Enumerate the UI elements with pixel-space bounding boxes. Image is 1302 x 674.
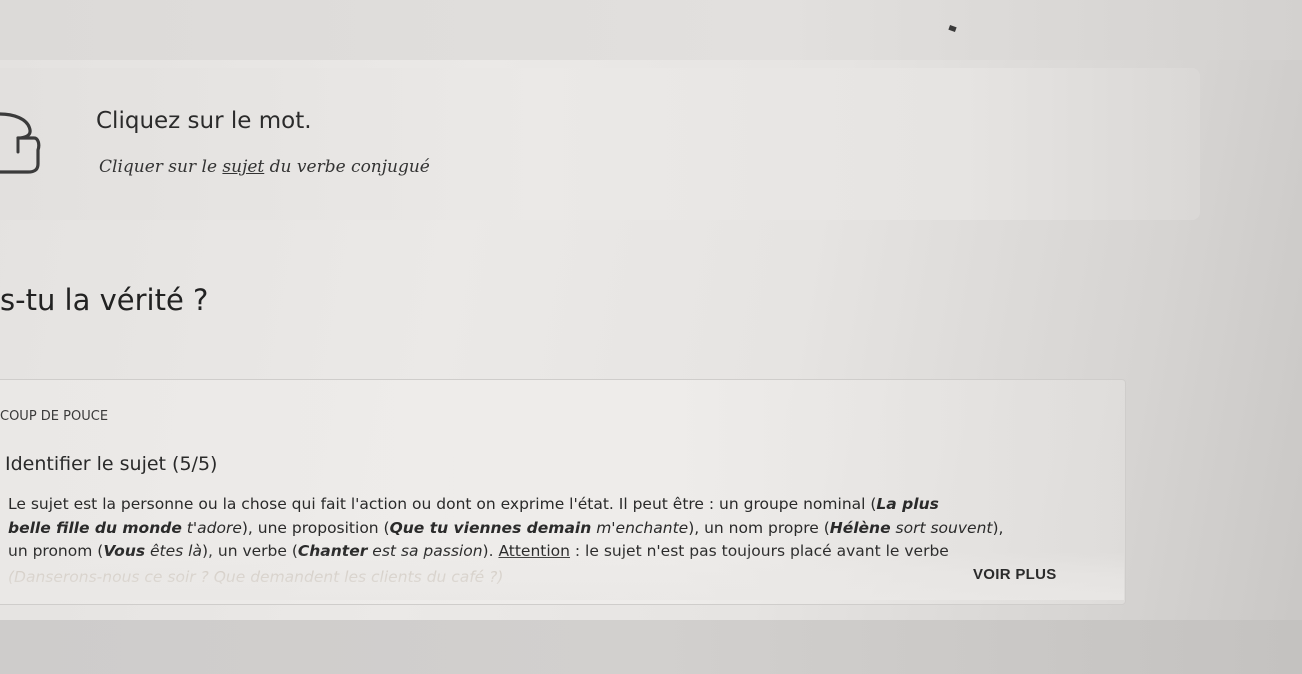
subtitle-text-after: du verbe conjugué bbox=[264, 157, 430, 177]
hint-text: un pronom ( bbox=[8, 542, 104, 560]
hint-text: ), un verbe ( bbox=[201, 542, 298, 560]
mouse-cursor bbox=[948, 24, 957, 33]
hint-text: Le sujet est la personne ou la chose qui… bbox=[8, 495, 877, 513]
hint-example-rest: m'enchante bbox=[591, 518, 689, 537]
hint-line-1: Le sujet est la personne ou la chose qui… bbox=[8, 493, 1098, 517]
hint-line-4-faded: (Danserons-nous ce soir ? Que demandent … bbox=[8, 568, 504, 586]
subtitle-text-before: Cliquer sur le bbox=[99, 157, 223, 177]
see-more-button[interactable]: VOIR PLUS bbox=[973, 566, 1057, 583]
question-sentence[interactable]: s-tu la vérité ? bbox=[0, 283, 208, 317]
app-screen: Cliquez sur le mot. Cliquer sur le sujet… bbox=[0, 0, 1302, 674]
hint-line-2: belle fille du monde t'adore), une propo… bbox=[8, 517, 1098, 541]
hint-example: Vous bbox=[103, 542, 146, 560]
hint-body: Le sujet est la personne ou la chose qui… bbox=[8, 493, 1098, 564]
hint-example-rest: est sa passion bbox=[367, 542, 483, 560]
hint-example: La plus bbox=[876, 495, 939, 513]
hint-example-rest: sort souvent bbox=[890, 518, 993, 537]
hint-example: belle fille du monde bbox=[8, 518, 182, 537]
instruction-subtitle: Cliquer sur le sujet du verbe conjugué bbox=[99, 157, 430, 177]
pointing-hand-icon bbox=[0, 112, 41, 174]
instruction-title: Cliquez sur le mot. bbox=[96, 108, 312, 134]
hint-example: Que tu viennes demain bbox=[389, 518, 592, 537]
hint-text: ), une proposition ( bbox=[241, 518, 390, 537]
hint-example: Hélène bbox=[829, 518, 891, 537]
subtitle-keyword: sujet bbox=[222, 157, 265, 177]
hint-example-rest: t'adore bbox=[181, 518, 242, 537]
hint-attention: Attention bbox=[498, 542, 570, 560]
bottom-area bbox=[0, 620, 1302, 674]
hint-kicker: COUP DE POUCE bbox=[0, 409, 109, 424]
top-bar bbox=[0, 0, 1302, 60]
hint-text: ), un nom propre ( bbox=[688, 518, 830, 537]
instruction-panel bbox=[0, 68, 1200, 220]
hint-example: Chanter bbox=[297, 542, 368, 560]
hint-text: ). bbox=[482, 542, 499, 560]
hint-text: : le sujet n'est pas toujours placé avan… bbox=[569, 542, 949, 560]
hint-text: ), bbox=[992, 518, 1004, 537]
hint-title: Identifier le sujet (5/5) bbox=[5, 453, 218, 475]
hint-line-3: un pronom (Vous êtes là), un verbe (Chan… bbox=[8, 540, 1098, 564]
hint-example-rest: êtes là bbox=[145, 542, 202, 560]
